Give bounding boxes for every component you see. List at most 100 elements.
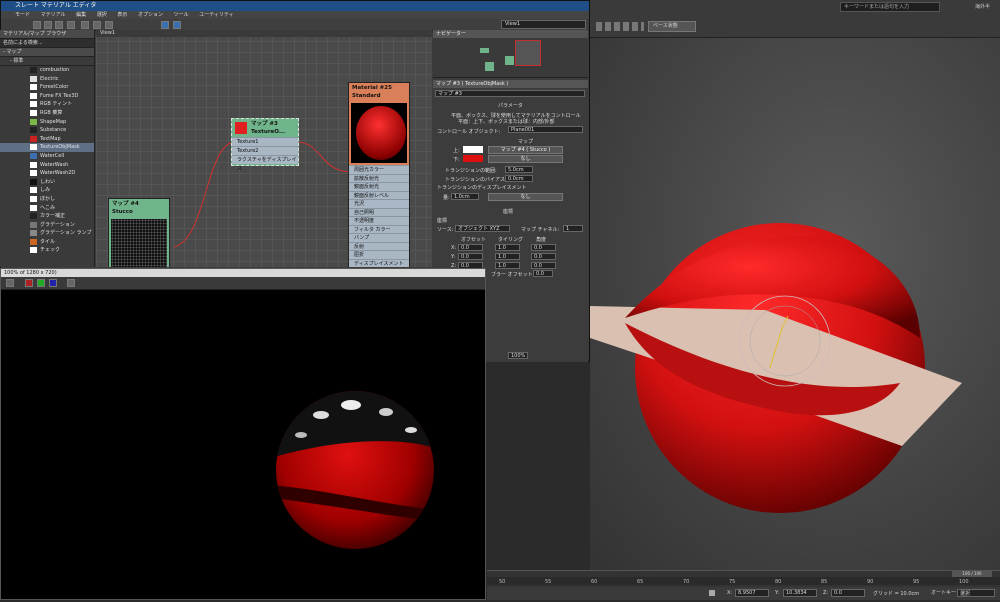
nav-icon[interactable]: [173, 21, 181, 29]
selection-dropdown[interactable]: 選択: [957, 589, 995, 597]
layout-icon[interactable]: [81, 21, 89, 29]
angle-field[interactable]: 0.0: [531, 253, 556, 260]
slot[interactable]: 鏡面反射光: [349, 182, 409, 191]
tiling-field[interactable]: 1.0: [495, 253, 520, 260]
move-icon[interactable]: [44, 21, 52, 29]
z-coord-field[interactable]: 0.0: [831, 589, 865, 597]
timeline[interactable]: 100 / 100 50 55 60 65 70 75 80 85 90 95 …: [487, 570, 1000, 600]
group-maps[interactable]: - マップ: [0, 48, 94, 57]
channel-blue-icon[interactable]: [49, 279, 57, 287]
slot[interactable]: ラクスチャをディスプレイス: [232, 155, 298, 172]
browser-item[interactable]: Fume FX Tex3D: [0, 92, 94, 101]
slot[interactable]: 光沢: [349, 199, 409, 208]
transition-range-field[interactable]: 5.0cm: [505, 166, 533, 173]
perspective-viewport[interactable]: [590, 38, 1000, 570]
map4-node[interactable]: マップ #4 Stucco: [108, 198, 170, 267]
angle-field[interactable]: 0.0: [531, 244, 556, 251]
browser-item[interactable]: RGB ティント: [0, 100, 94, 109]
clear-icon[interactable]: [67, 279, 75, 287]
amount-field[interactable]: 1.0cm: [451, 193, 479, 200]
y-coord-field[interactable]: 10.3834: [783, 589, 817, 597]
browser-item[interactable]: WaterCell: [0, 152, 94, 161]
show-map-icon[interactable]: [93, 21, 101, 29]
top-map-button[interactable]: マップ #4 ( Stucco ): [488, 146, 563, 154]
slot[interactable]: 周囲光カラー: [349, 165, 409, 174]
channel-green-icon[interactable]: [37, 279, 45, 287]
zoom-field[interactable]: 100%: [508, 352, 528, 359]
control-object-button[interactable]: Plane001: [508, 126, 583, 133]
bottom-map-button[interactable]: なし: [488, 155, 563, 163]
browser-item[interactable]: しわい: [0, 178, 94, 187]
section-header[interactable]: パラメータ: [498, 102, 523, 109]
assign-icon[interactable]: [55, 21, 63, 29]
menu-item[interactable]: モード: [15, 12, 30, 18]
tiling-field[interactable]: 1.0: [495, 244, 520, 251]
bottom-color-swatch[interactable]: [463, 155, 483, 162]
background-icon[interactable]: [105, 21, 113, 29]
map-name-field[interactable]: マップ #3: [435, 90, 585, 97]
browser-item[interactable]: タイル: [0, 238, 94, 247]
offset-field[interactable]: 0.0: [458, 253, 483, 260]
browser-item[interactable]: ForestColor: [0, 83, 94, 92]
browser-item[interactable]: RGB 乗算: [0, 109, 94, 118]
slot[interactable]: Texture1: [232, 137, 298, 146]
browser-item[interactable]: しみ: [0, 186, 94, 195]
section-header[interactable]: 座標: [503, 208, 513, 215]
slot[interactable]: 不透明度: [349, 216, 409, 225]
browser-item[interactable]: ぼかし: [0, 195, 94, 204]
pick-icon[interactable]: [33, 21, 41, 29]
slot[interactable]: フィルタ カラー: [349, 224, 409, 233]
slot[interactable]: 鏡面反射レベル: [349, 190, 409, 199]
channel-red-icon[interactable]: [25, 279, 33, 287]
layout-all-icon[interactable]: [161, 21, 169, 29]
menu-item[interactable]: マテリアル: [41, 12, 66, 18]
user-name[interactable]: 海外半: [975, 3, 990, 10]
delete-icon[interactable]: [67, 21, 75, 29]
browser-item[interactable]: WaterWash2D: [0, 169, 94, 178]
track-bar[interactable]: 50 55 60 65 70 75 80 85 90 95 100: [487, 577, 1000, 585]
slot[interactable]: Texture2: [232, 146, 298, 155]
menu-item[interactable]: 表示: [117, 12, 127, 18]
menu-item[interactable]: オプション: [138, 12, 163, 18]
nav-map[interactable]: [515, 40, 541, 66]
browser-item[interactable]: WaterWash: [0, 161, 94, 170]
tiling-field[interactable]: 1.0: [495, 262, 520, 269]
map3-node[interactable]: マップ #3 TextureO... Texture1 Texture2 ラクス…: [231, 118, 299, 172]
auto-key-button[interactable]: オートキー: [931, 589, 956, 596]
save-icon[interactable]: [6, 279, 14, 287]
browser-item[interactable]: TextMap: [0, 135, 94, 144]
material-node[interactable]: Material #25 Standard 周囲光カラー 拡散反射光 鏡面反射光 鏡面…: [348, 82, 410, 267]
map-channel-field[interactable]: 1: [563, 225, 583, 232]
lock-icon[interactable]: [709, 590, 715, 596]
menu-item[interactable]: 選択: [97, 12, 107, 18]
blur-offset-field[interactable]: 0.0: [533, 270, 553, 277]
browser-search[interactable]: 名前による検索...: [0, 39, 94, 48]
menu-item[interactable]: ユーティリティ: [199, 12, 233, 18]
browser-item[interactable]: Substance: [0, 126, 94, 135]
slot[interactable]: 屈折: [349, 250, 409, 259]
slot[interactable]: 自己照明: [349, 207, 409, 216]
slot[interactable]: バンプ: [349, 233, 409, 242]
angle-field[interactable]: 0.0: [531, 262, 556, 269]
offset-field[interactable]: 0.0: [458, 244, 483, 251]
browser-item[interactable]: カラー補正: [0, 212, 94, 221]
menu-item[interactable]: ツール: [174, 12, 189, 18]
transition-bias-field[interactable]: 0.0cm: [505, 175, 533, 182]
browser-item[interactable]: へこみ: [0, 204, 94, 213]
slot[interactable]: 拡散反射光: [349, 173, 409, 182]
view-dropdown[interactable]: ベース状態: [648, 21, 696, 32]
source-dropdown[interactable]: オブジェクト XYZ: [455, 225, 510, 232]
browser-item[interactable]: グラデーション: [0, 221, 94, 230]
browser-item[interactable]: TextureObjMask: [0, 143, 94, 152]
group-standard[interactable]: - 標準: [0, 57, 94, 66]
browser-item[interactable]: ShapeMap: [0, 118, 94, 127]
node-view[interactable]: View1 マップ #3 TextureO... Texture1 Textur…: [96, 30, 432, 267]
slot[interactable]: ディスプレイスメント: [349, 258, 409, 267]
browser-item[interactable]: Electric: [0, 75, 94, 84]
view-dropdown[interactable]: View1: [501, 20, 586, 29]
amount-map-button[interactable]: なし: [488, 193, 563, 201]
menu-item[interactable]: 編集: [76, 12, 86, 18]
slot[interactable]: 反射: [349, 241, 409, 250]
top-color-swatch[interactable]: [463, 146, 483, 153]
search-input[interactable]: キーワードまたは語句を入力: [840, 2, 940, 12]
